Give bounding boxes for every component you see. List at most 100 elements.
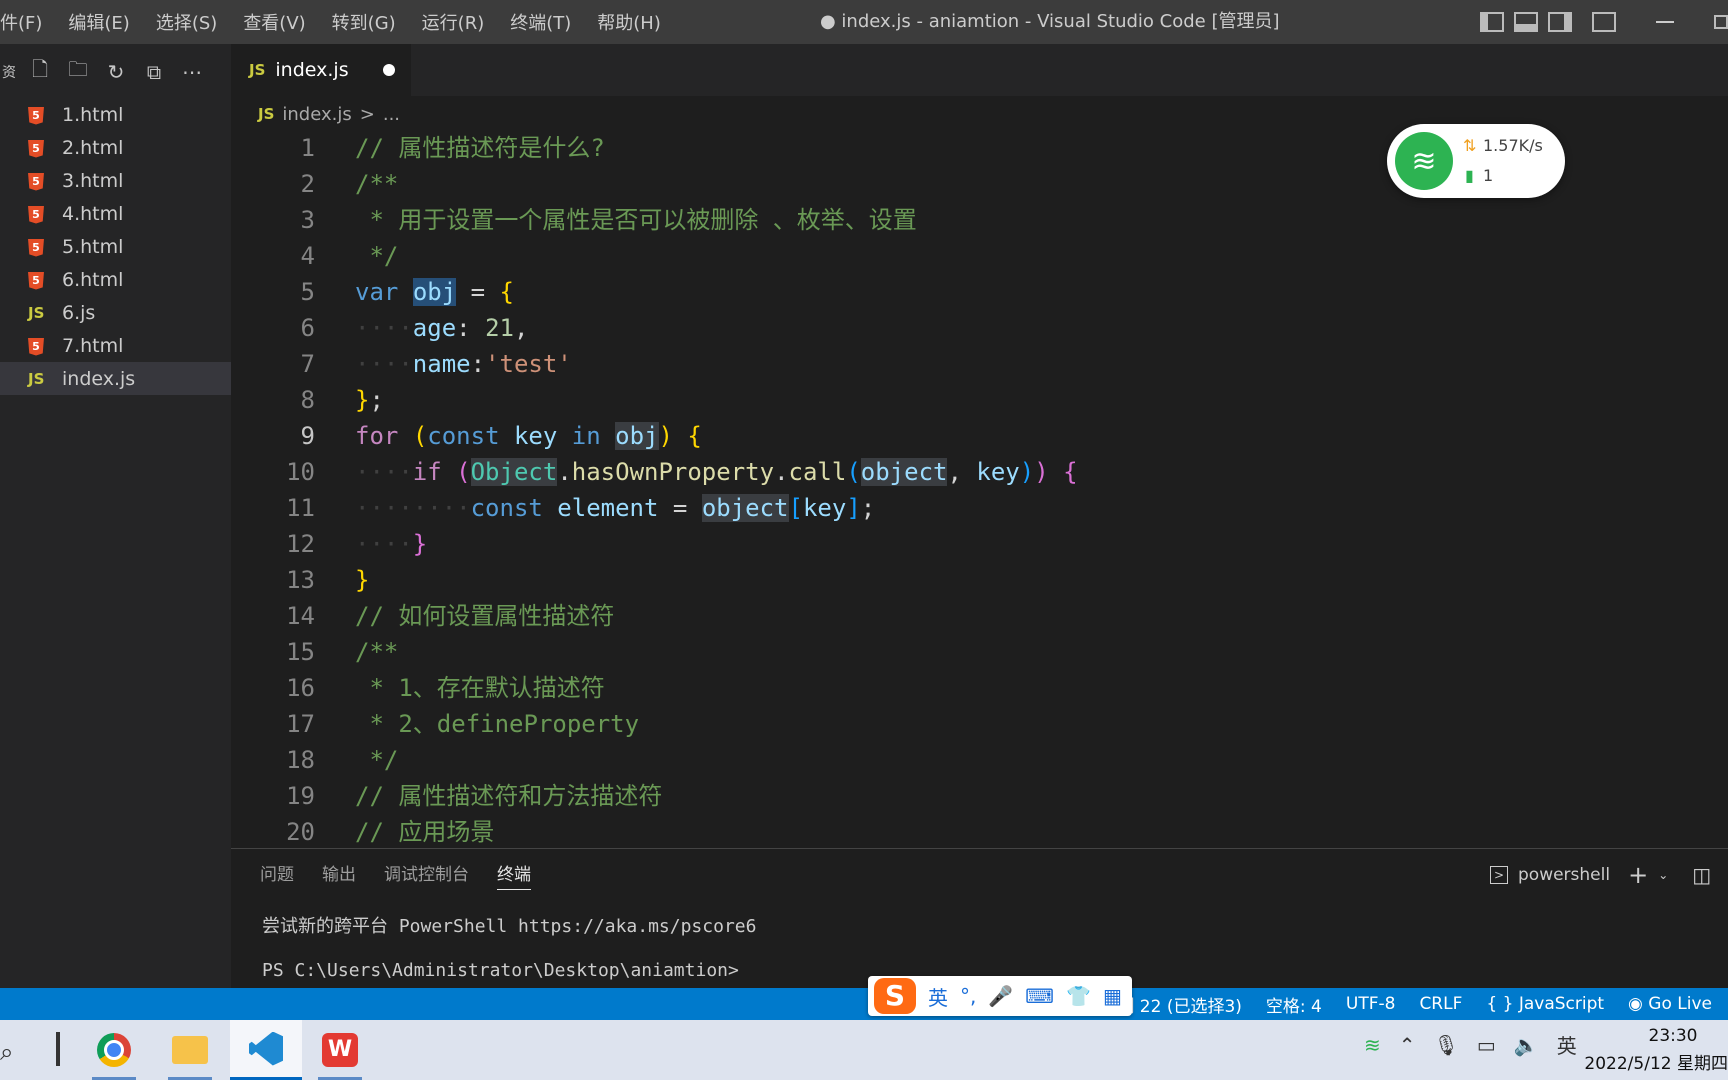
taskbar-clock[interactable]: 23:30 2022/5/12 星期四 [1578, 1022, 1728, 1078]
tab-terminal[interactable]: 终端 [497, 860, 531, 890]
network-speed: 1.57K/s [1483, 136, 1543, 155]
ime-indicator[interactable]: 英 [1557, 1030, 1577, 1059]
menu-help[interactable]: 帮助(H) [597, 9, 661, 35]
file-item-4-html[interactable]: 5 4.html [0, 197, 231, 230]
file-name: 2.html [62, 136, 124, 159]
tab-index-js[interactable]: JS index.js [231, 44, 411, 96]
menu-edit[interactable]: 编辑(E) [68, 9, 129, 35]
js-file-icon: JS [28, 369, 45, 388]
terminal-shell-selector[interactable]: powershell [1518, 865, 1610, 885]
code-line: 17 * 2、defineProperty [231, 706, 1728, 742]
clock-time: 23:30 [1648, 1026, 1698, 1046]
battery-icon[interactable]: ▭ [1477, 1033, 1496, 1057]
toggle-sidebar-icon[interactable] [1480, 12, 1504, 32]
html-file-icon: 5 [28, 237, 56, 257]
file-item-5-html[interactable]: 5 5.html [0, 230, 231, 263]
line-number: 14 [286, 602, 315, 630]
file-name: 1.html [62, 103, 124, 126]
network-tray-icon[interactable]: ≋ [1364, 1033, 1381, 1057]
file-item-3-html[interactable]: 5 3.html [0, 164, 231, 197]
line-number: 5 [300, 278, 315, 306]
line-number: 11 [286, 494, 315, 522]
file-name: index.js [62, 367, 136, 390]
explorer-toolbar: 资 🗋 🗀 ↻ ⧉ ⋯ [0, 52, 204, 92]
file-item-6-html[interactable]: 5 6.html [0, 263, 231, 296]
task-view-icon[interactable] [56, 1032, 60, 1066]
skin-icon[interactable]: 👕 [1066, 984, 1091, 1008]
ime-punctuation[interactable]: °, [960, 984, 976, 1008]
vscode-app-icon[interactable] [230, 1020, 302, 1080]
ime-mode[interactable]: 英 [928, 982, 948, 1011]
code-line: 5 var obj = { [231, 274, 1728, 310]
menu-go[interactable]: 转到(G) [332, 9, 396, 35]
clock-date: 2022/5/12 星期四 [1584, 1054, 1728, 1074]
menu-file[interactable]: 件(F) [0, 9, 42, 35]
menu-selection[interactable]: 选择(S) [156, 9, 217, 35]
code-line: 18 */ [231, 742, 1728, 778]
tab-problems[interactable]: 问题 [260, 860, 294, 890]
status-cursor-position[interactable]: 列 22 (已选择3) [1117, 992, 1242, 1017]
new-folder-icon[interactable]: 🗀 [66, 57, 90, 84]
status-indentation[interactable]: 空格: 4 [1266, 992, 1322, 1017]
breadcrumb-symbols[interactable]: ... [383, 104, 400, 125]
toggle-secondary-sidebar-icon[interactable] [1548, 12, 1572, 32]
status-go-live[interactable]: ◉ Go Live [1628, 994, 1712, 1014]
maximize-icon[interactable] [1714, 15, 1728, 29]
code-line: 7 ····name:'test' [231, 346, 1728, 382]
customize-layout-icon[interactable] [1592, 12, 1616, 32]
status-eol[interactable]: CRLF [1419, 994, 1462, 1014]
search-icon[interactable]: ⌕ [0, 1038, 13, 1066]
line-number: 8 [300, 386, 315, 414]
chevron-up-icon[interactable]: ⌃ [1399, 1033, 1416, 1057]
toolbox-icon[interactable]: ▦ [1103, 984, 1122, 1008]
terminal-prompt[interactable]: PS C:\Users\Administrator\Desktop\aniamt… [262, 960, 739, 981]
menu-view[interactable]: 查看(V) [243, 9, 305, 35]
toggle-panel-icon[interactable] [1514, 12, 1538, 32]
breadcrumb-file[interactable]: index.js [282, 104, 351, 125]
file-item-7-html[interactable]: 5 7.html [0, 329, 231, 362]
html-file-icon: 5 [28, 105, 56, 125]
split-terminal-icon[interactable]: ◫ [1692, 863, 1711, 887]
tab-debug-console[interactable]: 调试控制台 [384, 860, 469, 890]
refresh-icon[interactable]: ↻ [104, 60, 128, 84]
minimize-icon[interactable] [1656, 21, 1674, 23]
file-item-1-html[interactable]: 5 1.html [0, 98, 231, 131]
line-number: 15 [286, 638, 315, 666]
code-line: 12 ····} [231, 526, 1728, 562]
js-file-icon: JS [28, 303, 45, 322]
code-line: 14// 如何设置属性描述符 [231, 598, 1728, 634]
explorer-label-icon: 资 [2, 65, 16, 81]
html-file-icon: 5 [28, 171, 56, 191]
collapse-icon[interactable]: ⧉ [142, 60, 166, 84]
unsaved-dot-icon[interactable] [383, 64, 395, 76]
line-number: 12 [286, 530, 315, 558]
file-explorer-app-icon[interactable] [160, 1020, 220, 1080]
keyboard-icon[interactable]: ⌨ [1025, 984, 1054, 1008]
microphone-tray-icon[interactable]: 🎙 [1434, 1033, 1459, 1057]
code-line: 9 for (const key in obj) { [231, 418, 1728, 454]
new-terminal-icon[interactable]: + [1628, 861, 1648, 889]
file-item-index-js[interactable]: JS index.js [0, 362, 231, 395]
line-number: 13 [286, 566, 315, 594]
status-encoding[interactable]: UTF-8 [1346, 994, 1396, 1014]
wps-app-icon[interactable]: W [310, 1020, 370, 1080]
html-file-icon: 5 [28, 204, 56, 224]
window-controls [1470, 0, 1728, 44]
chrome-app-icon[interactable] [84, 1020, 144, 1080]
status-language[interactable]: { } JavaScript [1486, 994, 1604, 1014]
file-item-6-js[interactable]: JS 6.js [0, 296, 231, 329]
tab-output[interactable]: 输出 [322, 860, 356, 890]
volume-icon[interactable]: 🔈 [1514, 1033, 1539, 1057]
code-line: 20// 应用场景 [231, 814, 1728, 850]
file-item-2-html[interactable]: 5 2.html [0, 131, 231, 164]
more-icon[interactable]: ⋯ [180, 60, 204, 84]
network-speed-widget[interactable]: ≋ ⇅ 1.57K/s ▮ 1 [1387, 124, 1565, 198]
chevron-down-icon[interactable]: ⌄ [1658, 868, 1668, 882]
menu-run[interactable]: 运行(R) [422, 9, 485, 35]
line-number: 10 [286, 458, 315, 486]
ime-toolbar[interactable]: S 英 °, 🎤 ⌨ 👕 ▦ [868, 976, 1132, 1016]
new-file-icon[interactable]: 🗋 [28, 57, 52, 84]
line-number: 16 [286, 674, 315, 702]
microphone-icon[interactable]: 🎤 [988, 984, 1013, 1008]
menu-terminal[interactable]: 终端(T) [510, 9, 571, 35]
